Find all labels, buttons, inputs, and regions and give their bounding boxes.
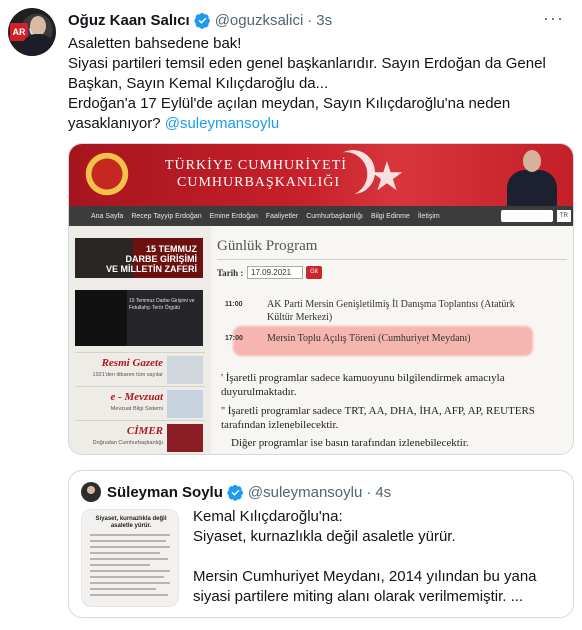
tweet-header: Oğuz Kaan Salıcı @oguzksalici · 3s — [68, 10, 332, 30]
quoted-image-text-line — [90, 594, 168, 596]
sidebar-link-sub: Mevzuat Bilgi Sistemi — [110, 406, 163, 412]
quoted-author-name[interactable]: Süleyman Soylu — [107, 484, 223, 501]
president-photo — [503, 148, 561, 206]
sidebar-link-label: CİMER — [126, 425, 163, 437]
quoted-tweet-header: Süleyman Soylu @suleymansoylu · 4s — [107, 482, 391, 502]
program-note-3: Diğer programlar ise basın tarafından iz… — [231, 437, 469, 449]
nav-item-erdogan[interactable]: Recep Tayyip Erdoğan — [131, 213, 201, 220]
quoted-image-text-line — [90, 582, 170, 584]
mention-link[interactable]: @suleymansoylu — [165, 115, 279, 132]
avatar-face — [30, 16, 46, 36]
quoted-image-text-line — [90, 558, 168, 560]
language-button[interactable]: TR — [557, 210, 571, 222]
tweet-line-3: Erdoğan'a 17 Eylül'de açılan meydan, Say… — [68, 94, 568, 134]
cimer-logo-icon — [167, 424, 203, 452]
verified-badge-icon — [194, 12, 210, 29]
daily-program-panel: Günlük Program Tarih : 17.09.2021 Git 11… — [215, 226, 573, 454]
quoted-line-1: Kemal Kılıçdaroğlu'na: — [193, 508, 343, 525]
separator-dot: · — [307, 11, 313, 29]
quoted-image-text-line — [90, 534, 170, 536]
nav-item-presidency[interactable]: Cumhurbaşkanlığı — [306, 213, 363, 220]
tweet-time[interactable]: 3s — [316, 12, 332, 29]
nav-item-emine[interactable]: Emine Erdoğan — [210, 213, 258, 220]
quoted-image-heading: Siyaset, kurnazlıkla değil asaletle yürü… — [95, 516, 167, 529]
banner-title-line1: TÜRKİYE CUMHURİYETİ — [165, 158, 347, 173]
sidebar-link-label: e - Mevzuat — [110, 391, 163, 403]
quoted-line-3: Mersin Cumhuriyet Meydanı, 2014 yılından… — [193, 568, 537, 605]
nav-item-info[interactable]: Bilgi Edinme — [371, 213, 410, 220]
author-name[interactable]: Oğuz Kaan Salıcı — [68, 12, 190, 29]
program-divider — [217, 259, 567, 260]
program-note-1: ' İşaretli programlar sadece kamuoyunu b… — [221, 372, 505, 398]
tweet-line-2: Siyasi partileri temsil eden genel başka… — [68, 55, 546, 92]
president-head — [523, 150, 541, 172]
newspaper-icon — [167, 356, 203, 384]
verified-badge-icon — [227, 484, 243, 501]
author-avatar[interactable]: AR — [8, 8, 56, 56]
quoted-tweet-time[interactable]: 4s — [375, 484, 391, 501]
quoted-line-2: Siyaset, kurnazlıkla değil asaletle yürü… — [193, 528, 456, 545]
sidebar-link-cimer[interactable]: CİMER Doğrudan Cumhurbaşkanlığı — [75, 420, 205, 454]
promo-banner-fetö[interactable]: 15 Temmuz Darbe Girişimi ve Fetullahçı T… — [75, 290, 203, 346]
sidebar-link-sub: Doğrudan Cumhurbaşkanlığı — [92, 440, 163, 446]
date-input[interactable]: 17.09.2021 — [247, 266, 303, 279]
quoted-image-text-line — [90, 588, 156, 590]
avatar-suit — [22, 34, 54, 56]
event-time: 11:00 — [225, 301, 243, 308]
tweet-text: Asaletten bahsedene bak! Siyasi partiler… — [68, 34, 568, 134]
event-text: Mersin Toplu Açılış Töreni (Cumhuriyet M… — [267, 333, 471, 344]
quoted-author-avatar[interactable] — [81, 482, 101, 502]
quoted-image-text-line — [90, 546, 170, 548]
president-suit — [507, 170, 557, 206]
tweet-line-3-text: Erdoğan'a 17 Eylül'de açılan meydan, Say… — [68, 95, 511, 132]
sidebar-link-label: Resmi Gazete — [101, 357, 163, 369]
nav-item-activities[interactable]: Faaliyetler — [266, 213, 298, 220]
document-icon — [167, 390, 203, 418]
more-options-icon[interactable]: ··· — [543, 8, 564, 29]
quoted-image-text-line — [90, 552, 160, 554]
quoted-text-gap — [193, 547, 563, 567]
promo-banner-15-temmuz[interactable]: 15 TEMMUZ DARBE GİRİŞİMİ VE MİLLETİN ZAF… — [75, 238, 203, 278]
site-sidebar: 15 TEMMUZ DARBE GİRİŞİMİ VE MİLLETİN ZAF… — [69, 226, 211, 454]
nav-item-home[interactable]: Ana Sayfa — [91, 213, 123, 220]
program-title: Günlük Program — [217, 238, 318, 254]
sidebar-link-resmi-gazete[interactable]: Resmi Gazete 1921'den itibaren tüm sayıl… — [75, 352, 205, 386]
tweet[interactable]: AR Oğuz Kaan Salıcı @oguzksalici · 3s ··… — [0, 0, 582, 630]
nav-item-contact[interactable]: İletişim — [418, 213, 440, 220]
presidential-emblem-icon — [83, 150, 131, 198]
date-go-button[interactable]: Git — [306, 266, 322, 279]
promo-banner-2-text: 15 Temmuz Darbe Girişimi ve Fetullahçı T… — [129, 298, 195, 311]
program-note-2: '' İşaretli programlar sadece TRT, AA, D… — [221, 405, 535, 431]
star-icon: ★ — [369, 155, 405, 199]
quoted-tweet[interactable]: Süleyman Soylu @suleymansoylu · 4s Siyas… — [68, 470, 574, 618]
quoted-image-text-line — [90, 540, 166, 542]
promo-banner-text: 15 TEMMUZ DARBE GİRİŞİMİ VE MİLLETİN ZAF… — [106, 244, 197, 274]
attached-screenshot[interactable]: TÜRKİYE CUMHURİYETİ CUMHURBAŞKANLIĞI ★ A… — [68, 143, 574, 455]
site-navbar: Ana Sayfa Recep Tayyip Erdoğan Emine Erd… — [69, 206, 573, 226]
site-search-input[interactable] — [501, 210, 553, 222]
quoted-image-text-line — [90, 564, 150, 566]
quoted-tweet-image[interactable]: Siyaset, kurnazlıkla değil asaletle yürü… — [81, 509, 179, 607]
date-label: Tarih : — [217, 268, 244, 278]
tweet-line-1: Asaletten bahsedene bak! — [68, 35, 242, 52]
banner-title-line2: CUMHURBAŞKANLIĞI — [177, 175, 341, 190]
quoted-author-handle[interactable]: @suleymansoylu — [248, 484, 362, 501]
sidebar-link-e-mevzuat[interactable]: e - Mevzuat Mevzuat Bilgi Sistemi — [75, 386, 205, 420]
sidebar-link-sub: 1921'den itibaren tüm sayılar — [92, 372, 163, 378]
site-banner: TÜRKİYE CUMHURİYETİ CUMHURBAŞKANLIĞI ★ — [69, 144, 573, 206]
quoted-image-text-line — [90, 570, 170, 572]
event-time: 17:00 — [225, 335, 243, 342]
quoted-image-text-line — [90, 576, 164, 578]
author-handle[interactable]: @oguzksalici — [215, 12, 304, 29]
event-text: AK Parti Mersin Genişletilmiş İl Danışma… — [267, 299, 515, 323]
separator-dot: · — [366, 483, 372, 501]
quoted-tweet-text: Kemal Kılıçdaroğlu'na: Siyaset, kurnazlı… — [193, 507, 563, 607]
